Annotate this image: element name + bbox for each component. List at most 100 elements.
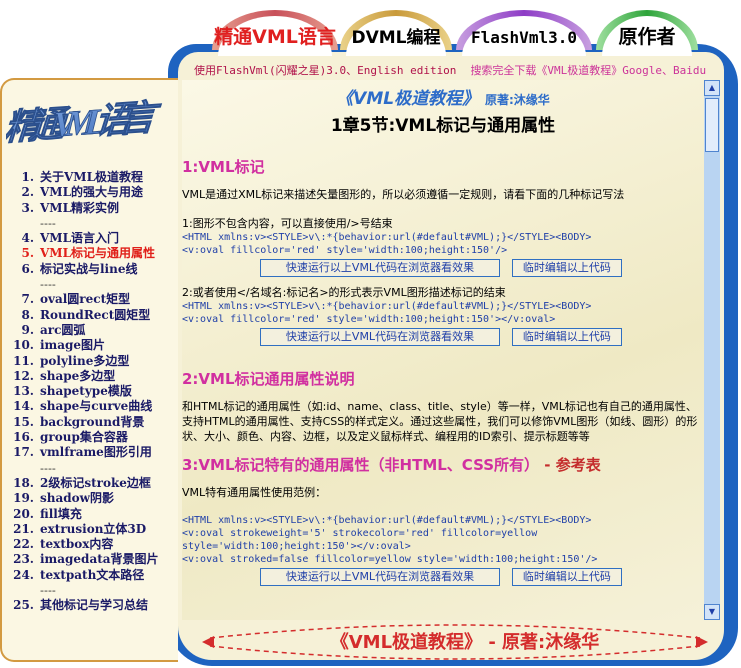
code-line: <HTML xmlns:v><STYLE>v\:*{behavior:url(#… (182, 232, 592, 243)
sidebar-item[interactable]: 25. 其他标记与学习总结 (8, 598, 178, 613)
reference-table-link[interactable]: 参考表 (556, 456, 601, 474)
footer-text: 《VML极道教程》 - 原著:沐缘华 (330, 632, 600, 653)
sidebar-item-number: 7. (21, 292, 34, 307)
edit-code-button[interactable]: 临时编辑以上代码 (511, 328, 622, 346)
code-line: <v:oval fillcolor='red' style='width:100… (182, 245, 508, 256)
sidebar-item[interactable]: 20. fill填充 (8, 507, 178, 522)
tab-author[interactable]: 原作者 (596, 10, 698, 56)
tab-label: FlashVml3.0 (471, 28, 577, 47)
sidebar-item-label: VML语言入门 (40, 231, 120, 246)
sidebar-item-number: 8. (21, 307, 34, 322)
sidebar-item-number: 4. (21, 231, 34, 246)
sidebar-item[interactable]: 23. imagedata背景图片 (8, 552, 178, 567)
code-line: <HTML xmlns:v><STYLE>v\:*{behavior:url(#… (182, 515, 592, 526)
run-code-button[interactable]: 快速运行以上VML代码在浏览器看效果 (260, 259, 500, 277)
sidebar-item[interactable]: 5. VML标记与通用属性 (8, 246, 178, 261)
sidebar-item-number: 2. (21, 185, 34, 200)
sidebar-item[interactable]: 1. 关于VML极道教程 (8, 170, 178, 185)
sidebar-item[interactable]: 12. shape多边型 (8, 369, 178, 384)
code-line: <v:oval fillcolor='red' style='width:100… (182, 314, 556, 325)
example-text: 2:或者使用</名域名:标记名>的形式表示VML图形描述标记的结束 (182, 286, 506, 299)
edit-code-button[interactable]: 临时编辑以上代码 (511, 259, 622, 277)
sidebar-item[interactable]: 3. VML精彩实例 (8, 201, 178, 216)
sidebar-item-number: 15. (13, 414, 34, 429)
sidebar-item-label: arc圆弧 (40, 322, 86, 337)
code-line: <v:oval strokeweight='5' strokecolor='re… (182, 528, 538, 539)
sidebar-item-label: VML精彩实例 (40, 200, 120, 215)
sidebar-item-label: oval圆rect矩型 (40, 292, 131, 307)
sidebar-item-number: 10. (13, 338, 34, 353)
sidebar-item[interactable]: 21. extrusion立体3D (8, 522, 178, 537)
paragraph: VML特有通用属性使用范例： (182, 486, 327, 499)
sidebar-item-label: 关于VML极道教程 (40, 170, 144, 184)
sidebar-item[interactable]: 8. RoundRect圆矩型 (8, 308, 178, 323)
tab-flashvml[interactable]: FlashVml3.0 (456, 10, 592, 56)
code-line: style='width:100;height:150'></v:oval> (182, 541, 411, 552)
sidebar-item-label: 标记实战与line线 (40, 261, 138, 276)
sidebar-item[interactable]: 15. background背景 (8, 415, 178, 430)
tab-dvml[interactable]: DVML编程 (340, 10, 452, 56)
logo: 精通VML语言 (6, 97, 163, 148)
sidebar-item[interactable]: 14. shape与curve曲线 (8, 399, 178, 414)
tab-label: 精通VML语言 (214, 26, 336, 48)
section-heading: 2:VML标记通用属性说明 (182, 370, 355, 388)
sidebar-item-label: extrusion立体3D (40, 521, 147, 536)
sidebar-item-label: shapetype模版 (40, 384, 132, 399)
sidebar-item[interactable]: 6. 标记实战与line线 (8, 262, 178, 277)
sidebar-item[interactable]: 13. shapetype模版 (8, 384, 178, 399)
author: 原著:沐缘华 (485, 93, 550, 107)
sidebar-item[interactable]: 18. 2级标记stroke边框 (8, 476, 178, 491)
sidebar-item-label: 2级标记stroke边框 (40, 475, 151, 490)
sidebar-item-label: vmlframe图形引用 (40, 445, 152, 460)
sidebar-item-number: 24. (13, 567, 34, 582)
example-text: 1:图形不包含内容，可以直接使用/>号结束 (182, 217, 393, 230)
sidebar-item-number: 19. (13, 491, 34, 506)
header-search-link[interactable]: 搜索完全下载《VML极道教程》Google、Baidu (470, 64, 706, 77)
nav-separator: ---- (40, 216, 56, 230)
sidebar-item[interactable]: 7. oval圆rect矩型 (8, 292, 178, 307)
run-code-button[interactable]: 快速运行以上VML代码在浏览器看效果 (260, 328, 500, 346)
sidebar-item[interactable]: 22. textbox内容 (8, 537, 178, 552)
scroll-thumb[interactable] (705, 98, 719, 152)
sidebar-item[interactable]: 2. VML的强大与用途 (8, 185, 178, 200)
sidebar-item-number: 3. (21, 200, 34, 215)
scroll-up-arrow-icon[interactable]: ▲ (704, 80, 720, 96)
sidebar-item-number: 5. (21, 246, 34, 261)
scrollbar[interactable]: ▲ ▼ (704, 80, 720, 620)
sidebar-item[interactable]: 9. arc圆弧 (8, 323, 178, 338)
section-heading: 3:VML标记特有的通用属性（非HTML、CSS所有） - 参考表 (182, 456, 601, 474)
sidebar-item[interactable]: 19. shadow阴影 (8, 491, 178, 506)
sidebar-nav: 1. 关于VML极道教程 2. VML的强大与用途 3. VML精彩实例 ---- 4. VML… (8, 170, 178, 614)
sidebar-item[interactable]: 10. image图片 (8, 338, 178, 353)
edit-code-button[interactable]: 临时编辑以上代码 (511, 568, 622, 586)
chapter-title: 1章5节:VML标记与通用属性 (330, 116, 556, 136)
run-code-button[interactable]: 快速运行以上VML代码在浏览器看效果 (260, 568, 500, 586)
sidebar-item-label: shape与curve曲线 (40, 399, 153, 414)
sidebar-item[interactable]: 11. polyline多边型 (8, 354, 178, 369)
sidebar-item-number: 23. (13, 552, 34, 567)
sidebar-item-label: textpath文本路径 (40, 567, 145, 582)
nav-separator: ---- (40, 278, 56, 292)
tab-label: 原作者 (618, 26, 676, 48)
sidebar-item-number: 14. (13, 399, 34, 414)
sidebar-item[interactable]: 4. VML语言入门 (8, 231, 178, 246)
tab-jingtong[interactable]: 精通VML语言 (212, 10, 338, 56)
sidebar-item-number: 22. (13, 537, 34, 552)
sidebar-item-number: 9. (21, 322, 34, 337)
sidebar-item[interactable]: 24. textpath文本路径 (8, 568, 178, 583)
sidebar-item[interactable]: 17. vmlframe图形引用 (8, 445, 178, 460)
sidebar-item-number: 16. (13, 430, 34, 445)
content-scroll-area[interactable]: 《VML极道教程》 原著:沐缘华 1章5节:VML标记与通用属性 1:VML标记… (182, 80, 704, 620)
sidebar-item-number: 18. (13, 475, 34, 490)
nav-separator: ---- (40, 461, 56, 475)
sidebar-item-label: shape多边型 (40, 368, 116, 383)
sidebar-item-label: background背景 (40, 414, 145, 429)
sidebar-item[interactable]: 16. group集合容器 (8, 430, 178, 445)
sidebar-item-label: imagedata背景图片 (40, 552, 159, 567)
sidebar-item-number: 17. (13, 445, 34, 460)
sidebar-item-label: VML标记与通用属性 (40, 246, 156, 261)
section-heading: 1:VML标记 (182, 158, 265, 176)
sidebar-item-label: polyline多边型 (40, 353, 130, 368)
book-title: 《VML极道教程》 原著:沐缘华 (336, 89, 550, 109)
tab-label: DVML编程 (351, 28, 441, 48)
